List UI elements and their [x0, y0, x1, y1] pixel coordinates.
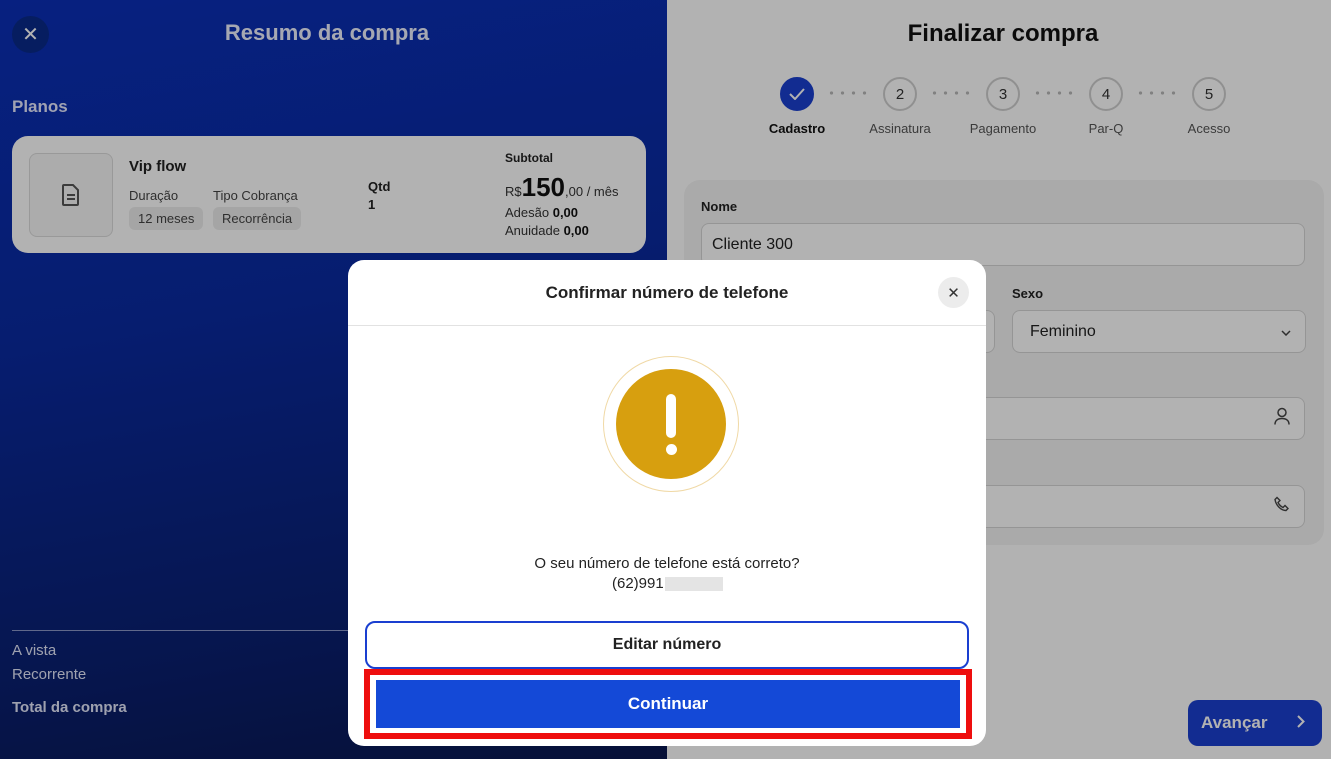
confirm-question: O seu número de telefone está correto? [534, 555, 800, 572]
modal-header: Confirmar número de telefone ✕ [348, 260, 986, 326]
warning-icon [603, 356, 739, 492]
continue-button[interactable]: Continuar [376, 680, 960, 728]
phone-redacted [664, 576, 723, 591]
modal-title: Confirmar número de telefone [545, 283, 789, 302]
confirm-phone-modal: Confirmar número de telefone ✕ O seu núm… [348, 260, 986, 746]
phone-visible: (62)991 [612, 575, 664, 592]
edit-number-button[interactable]: Editar número [365, 621, 969, 669]
phone-number: (62)991 [612, 575, 723, 592]
close-icon[interactable]: ✕ [938, 277, 969, 308]
